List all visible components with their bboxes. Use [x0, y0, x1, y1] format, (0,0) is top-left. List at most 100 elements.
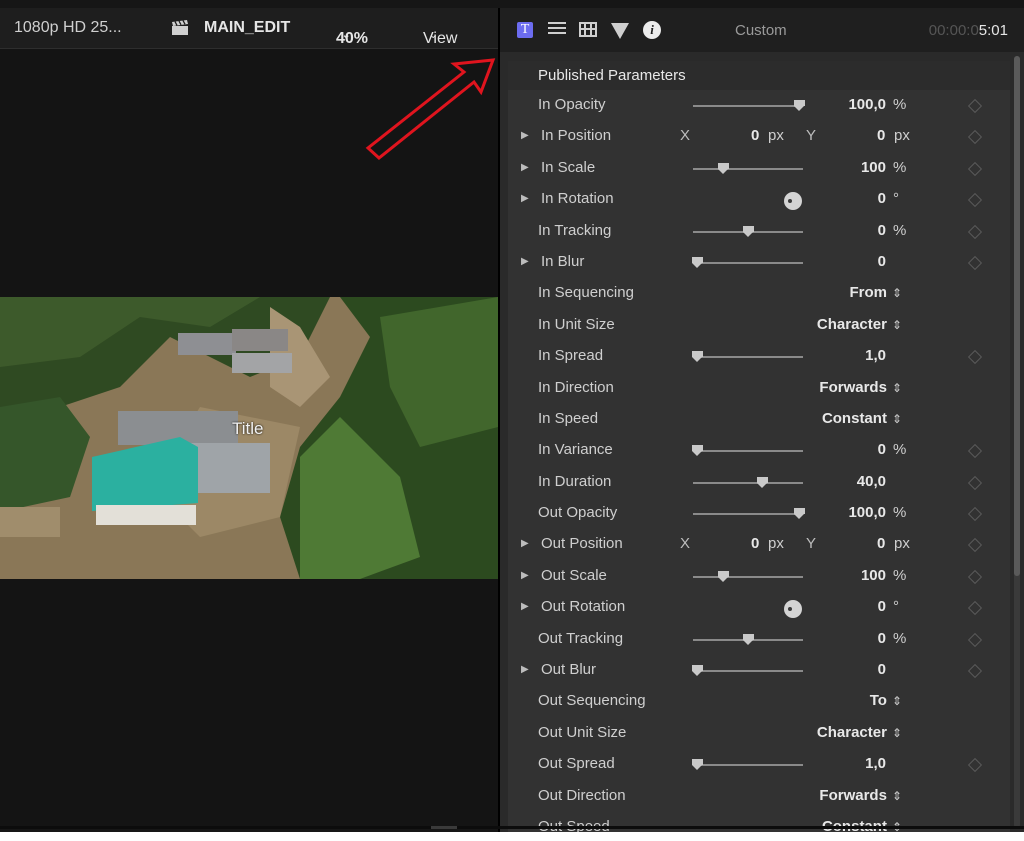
param-row[interactable]: ▶ In Blur 0	[508, 247, 1010, 278]
keyframe-button-icon[interactable]	[967, 663, 983, 679]
format-label[interactable]: 1080p HD 25...	[14, 19, 122, 37]
film-icon[interactable]	[579, 22, 597, 37]
param-value[interactable]: 0	[878, 190, 886, 207]
info-icon[interactable]: i	[643, 21, 661, 39]
param-slider[interactable]	[693, 162, 803, 174]
keyframe-button-icon[interactable]	[967, 475, 983, 490]
inspector-scrollbar[interactable]	[1014, 56, 1020, 828]
disclosure-triangle-icon[interactable]: ▶	[521, 256, 529, 267]
param-slider[interactable]	[693, 508, 805, 520]
keyframe-button-icon[interactable]	[967, 632, 983, 647]
keyframe-button-icon[interactable]	[967, 601, 983, 616]
slider-knob[interactable]	[692, 256, 704, 268]
slider-knob[interactable]	[717, 570, 729, 582]
title-overlay[interactable]: Title	[232, 419, 264, 439]
param-value[interactable]: 100,0	[848, 96, 886, 113]
param-popup[interactable]: Forwards ⇕	[819, 379, 902, 396]
x-value[interactable]: 0	[751, 127, 759, 144]
param-value[interactable]: 0	[878, 253, 886, 270]
param-row[interactable]: In Sequencing From ⇕	[508, 278, 1010, 309]
x-value[interactable]: 0	[751, 535, 759, 552]
keyframe-button-icon[interactable]	[967, 538, 983, 553]
keyframe-button-icon[interactable]	[967, 224, 983, 239]
disclosure-triangle-icon[interactable]: ▶	[521, 538, 529, 549]
param-row[interactable]: Out Unit Size Character ⇕	[508, 718, 1010, 749]
param-value[interactable]: 100	[861, 567, 886, 584]
param-row[interactable]: Out Sequencing To ⇕	[508, 686, 1010, 717]
param-row[interactable]: ▶ Out Scale 100%	[508, 561, 1010, 592]
param-row[interactable]: Out Opacity 100,0%	[508, 498, 1010, 529]
param-popup[interactable]: Character ⇕	[817, 316, 902, 333]
slider-knob[interactable]	[692, 445, 704, 457]
keyframe-button-icon[interactable]	[967, 161, 983, 176]
param-value[interactable]: 0	[878, 598, 886, 615]
param-value[interactable]: 40,0	[857, 473, 886, 490]
param-row[interactable]: In Unit Size Character ⇕	[508, 310, 1010, 341]
param-slider[interactable]	[693, 476, 803, 488]
disclosure-triangle-icon[interactable]: ▶	[521, 130, 529, 141]
param-value[interactable]: 1,0	[865, 347, 886, 364]
param-row[interactable]: ▶ In Rotation 0 °	[508, 184, 1010, 215]
param-value[interactable]: 100,0	[848, 504, 886, 521]
param-slider[interactable]	[692, 445, 803, 457]
param-value[interactable]: 0	[878, 222, 886, 239]
keyframe-button-icon[interactable]	[967, 193, 983, 208]
keyframe-button-icon[interactable]	[967, 255, 983, 271]
param-row[interactable]: In Variance 0%	[508, 435, 1010, 466]
param-popup[interactable]: Forwards ⇕	[819, 787, 902, 804]
param-slider[interactable]	[692, 351, 803, 363]
text-lines-icon[interactable]	[548, 22, 566, 38]
param-slider[interactable]	[692, 256, 803, 268]
param-row[interactable]: Out Spread 1,0	[508, 749, 1010, 780]
slider-knob[interactable]	[757, 476, 769, 488]
rotation-dial[interactable]	[784, 192, 802, 211]
param-slider[interactable]	[693, 100, 805, 111]
slider-knob[interactable]	[793, 508, 805, 520]
disclosure-triangle-icon[interactable]: ▶	[521, 162, 529, 173]
param-slider[interactable]	[692, 665, 803, 677]
rotation-dial[interactable]	[784, 600, 802, 619]
disclosure-triangle-icon[interactable]: ▶	[521, 664, 529, 675]
viewer-canvas[interactable]: Title	[0, 49, 498, 829]
param-value[interactable]: 0	[878, 441, 886, 458]
param-row[interactable]: ▶ In Scale 100%	[508, 153, 1010, 184]
param-slider[interactable]	[692, 759, 803, 771]
video-frame[interactable]: Title	[0, 297, 498, 579]
slider-knob[interactable]	[717, 162, 729, 174]
param-popup[interactable]: To ⇕	[870, 692, 902, 709]
keyframe-button-icon[interactable]	[967, 130, 983, 145]
section-header[interactable]: Published Parameters	[508, 61, 1010, 90]
project-name[interactable]: MAIN_EDIT	[204, 19, 290, 37]
text-inspector-icon[interactable]: T	[517, 22, 533, 38]
param-slider[interactable]	[693, 225, 803, 237]
param-row[interactable]: Out Tracking 0%	[508, 624, 1010, 655]
resize-handle[interactable]	[431, 826, 457, 829]
param-row[interactable]: ▶ In Position X 0 px Y 0 px	[508, 121, 1010, 152]
keyframe-button-icon[interactable]	[967, 758, 983, 773]
shape-icon[interactable]	[611, 23, 629, 39]
param-popup[interactable]: Constant⇕	[822, 410, 902, 427]
param-row[interactable]: ▶ Out Rotation 0 °	[508, 592, 1010, 623]
param-value[interactable]: 1,0	[865, 755, 886, 772]
keyframe-button-icon[interactable]	[967, 98, 983, 114]
disclosure-triangle-icon[interactable]: ▶	[521, 193, 529, 204]
param-slider[interactable]	[693, 633, 803, 645]
param-row[interactable]: In Tracking 0%	[508, 216, 1010, 247]
param-row[interactable]: In Speed Constant ⇕	[508, 404, 1010, 435]
slider-knob[interactable]	[743, 633, 754, 645]
keyframe-button-icon[interactable]	[967, 350, 983, 365]
keyframe-button-icon[interactable]	[967, 444, 983, 459]
slider-knob[interactable]	[692, 665, 704, 677]
param-row[interactable]: In Duration 40,0	[508, 467, 1010, 498]
param-slider[interactable]	[693, 570, 803, 582]
param-value[interactable]: 0	[878, 661, 886, 678]
slider-knob[interactable]	[692, 351, 704, 363]
param-row[interactable]: Out Direction Forwards ⇕	[508, 781, 1010, 812]
slider-knob[interactable]	[692, 759, 704, 771]
disclosure-triangle-icon[interactable]: ▶	[521, 570, 529, 581]
slider-knob[interactable]	[793, 100, 805, 111]
y-value[interactable]: 0	[877, 535, 885, 552]
keyframe-button-icon[interactable]	[967, 507, 983, 522]
param-value[interactable]: 0	[878, 630, 886, 647]
param-popup[interactable]: Constant⇕	[822, 818, 902, 832]
